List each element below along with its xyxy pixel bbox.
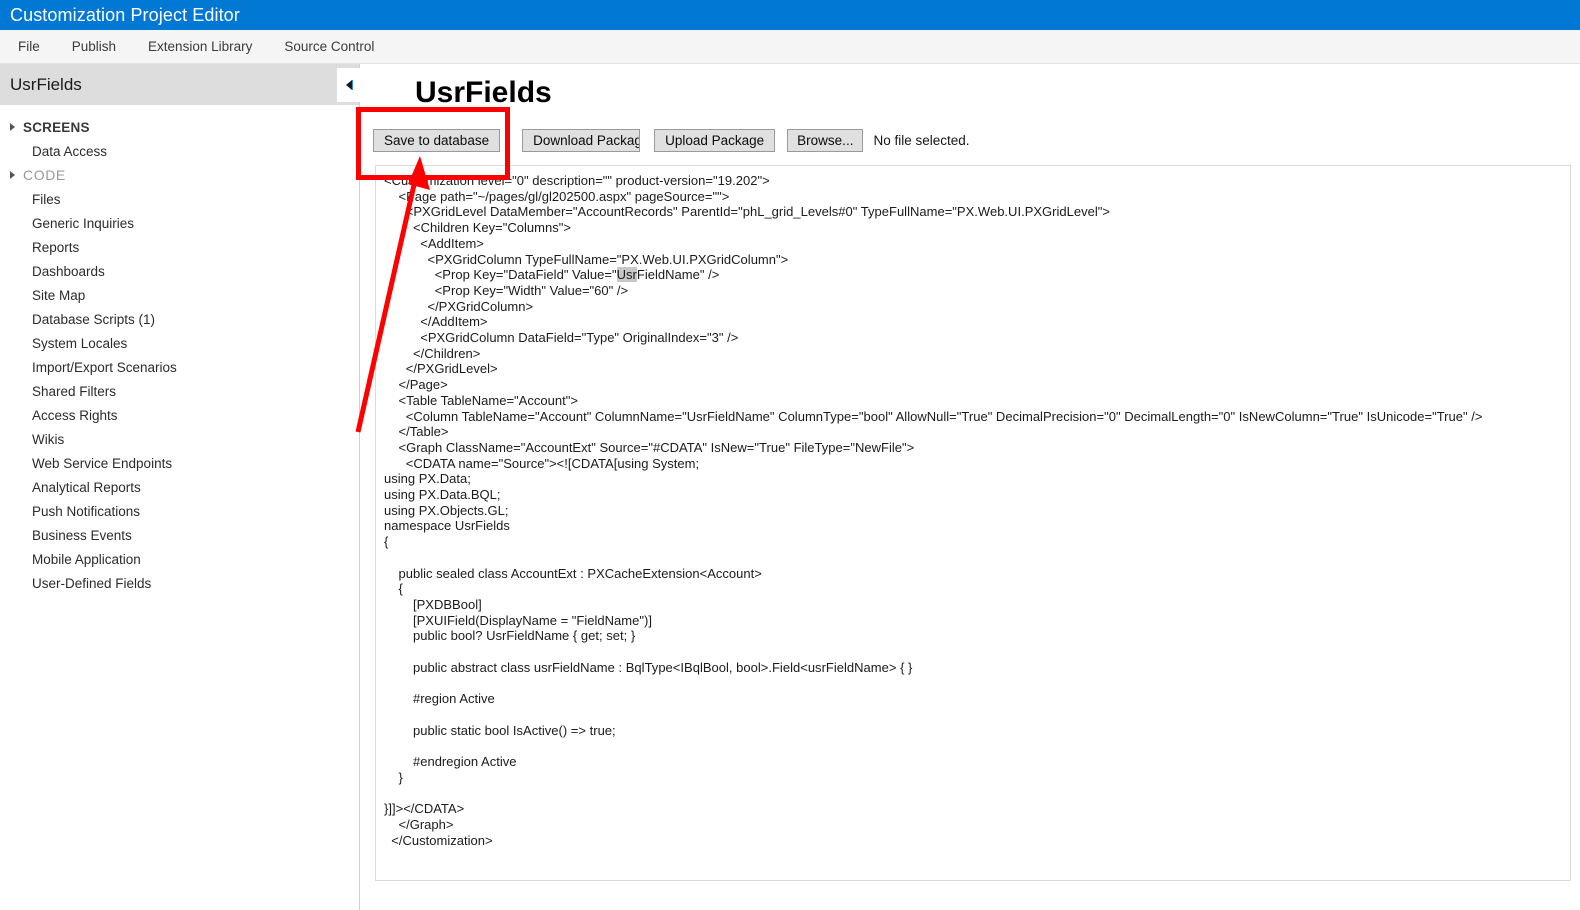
sidebar-item-label: Push Notifications (32, 503, 141, 519)
main-content: UsrFields Save to database Download Pack… (361, 64, 1580, 910)
sidebar-item-label: Mobile Application (32, 551, 141, 567)
project-header: UsrFields (0, 64, 359, 105)
sidebar-item-access-rights[interactable]: Access Rights (0, 403, 359, 427)
chevron-right-icon[interactable] (10, 123, 15, 131)
upload-package-button[interactable]: Upload Package (654, 129, 776, 152)
sidebar-item-label: System Locales (32, 335, 128, 351)
sidebar-item-label: Analytical Reports (32, 479, 141, 495)
sidebar-item-dashboards[interactable]: Dashboards (0, 259, 359, 283)
xml-text-after-selection: FieldName" /> <Prop Key="Width" Value="6… (384, 267, 1483, 848)
sidebar-item-database-scripts-1[interactable]: Database Scripts (1) (0, 307, 359, 331)
sidebar-item-label: Database Scripts (1) (32, 311, 156, 327)
sidebar-item-web-service-endpoints[interactable]: Web Service Endpoints (0, 451, 359, 475)
action-toolbar: Save to database Download Package Upload… (373, 129, 970, 152)
menu-item-file[interactable]: File (4, 35, 54, 58)
xml-text-before-selection: <Customization level="0" description="" … (384, 173, 1111, 283)
xml-selected-text: Usr (616, 267, 637, 283)
sidebar-item-generic-inquiries[interactable]: Generic Inquiries (0, 211, 359, 235)
sidebar-item-label: Reports (32, 239, 80, 255)
sidebar-item-files[interactable]: Files (0, 187, 359, 211)
menu-bar: File Publish Extension Library Source Co… (0, 30, 1580, 64)
sidebar-item-data-access[interactable]: Data Access (0, 139, 359, 163)
sidebar-item-label: Site Map (32, 287, 86, 303)
sidebar-item-site-map[interactable]: Site Map (0, 283, 359, 307)
sidebar-item-label: Generic Inquiries (32, 215, 135, 231)
sidebar-item-label: SCREENS (23, 119, 90, 135)
sidebar-item-code[interactable]: CODE (0, 163, 359, 187)
sidebar-item-business-events[interactable]: Business Events (0, 523, 359, 547)
sidebar-item-screens[interactable]: SCREENS (0, 115, 359, 139)
sidebar-item-wikis[interactable]: Wikis (0, 427, 359, 451)
window-title: Customization Project Editor (10, 4, 240, 25)
sidebar-item-reports[interactable]: Reports (0, 235, 359, 259)
file-status-label: No file selected. (873, 133, 970, 148)
chevron-right-icon[interactable] (10, 171, 15, 179)
sidebar-item-label: User-Defined Fields (32, 575, 152, 591)
project-xml-content[interactable]: <Customization level="0" description="" … (376, 166, 1570, 848)
project-tree: SCREENS Data Access CODE Files Generic Inqui… (0, 111, 359, 595)
sidebar-item-shared-filters[interactable]: Shared Filters (0, 379, 359, 403)
menu-item-publish[interactable]: Publish (58, 35, 130, 58)
sidebar-item-analytical-reports[interactable]: Analytical Reports (0, 475, 359, 499)
sidebar-item-label: Files (32, 191, 61, 207)
project-xml-panel[interactable]: <Customization level="0" description="" … (375, 165, 1571, 881)
sidebar-item-system-locales[interactable]: System Locales (0, 331, 359, 355)
triangle-left-icon (346, 80, 352, 90)
page-title: UsrFields (415, 76, 552, 109)
sidebar-item-label: Business Events (32, 527, 132, 543)
title-bar: Customization Project Editor (0, 0, 1580, 30)
project-name: UsrFields (10, 74, 82, 94)
sidebar-item-label: Shared Filters (32, 383, 117, 399)
collapse-sidebar-button[interactable] (337, 68, 361, 102)
sidebar-item-label: CODE (23, 167, 66, 183)
sidebar-item-label: Dashboards (32, 263, 105, 279)
download-package-button[interactable]: Download Package (522, 129, 641, 152)
save-to-database-button[interactable]: Save to database (373, 129, 501, 152)
sidebar-item-label: Import/Export Scenarios (32, 359, 177, 375)
browse-file-button[interactable]: Browse... (787, 129, 864, 152)
project-sidebar: UsrFields SCREENS Data Access CODE Files Gen… (0, 64, 360, 910)
sidebar-item-label: Web Service Endpoints (32, 455, 173, 471)
sidebar-item-push-notifications[interactable]: Push Notifications (0, 499, 359, 523)
sidebar-item-label: Wikis (32, 431, 65, 447)
sidebar-item-label: Access Rights (32, 407, 118, 423)
sidebar-item-mobile-application[interactable]: Mobile Application (0, 547, 359, 571)
app-window: Customization Project Editor File Publis… (0, 0, 1580, 910)
sidebar-item-user-defined-fields[interactable]: User-Defined Fields (0, 571, 359, 595)
sidebar-item-import-export-scenarios[interactable]: Import/Export Scenarios (0, 355, 359, 379)
sidebar-item-label: Data Access (32, 143, 108, 159)
menu-item-source-control[interactable]: Source Control (270, 35, 388, 58)
menu-item-extension-library[interactable]: Extension Library (134, 35, 266, 58)
